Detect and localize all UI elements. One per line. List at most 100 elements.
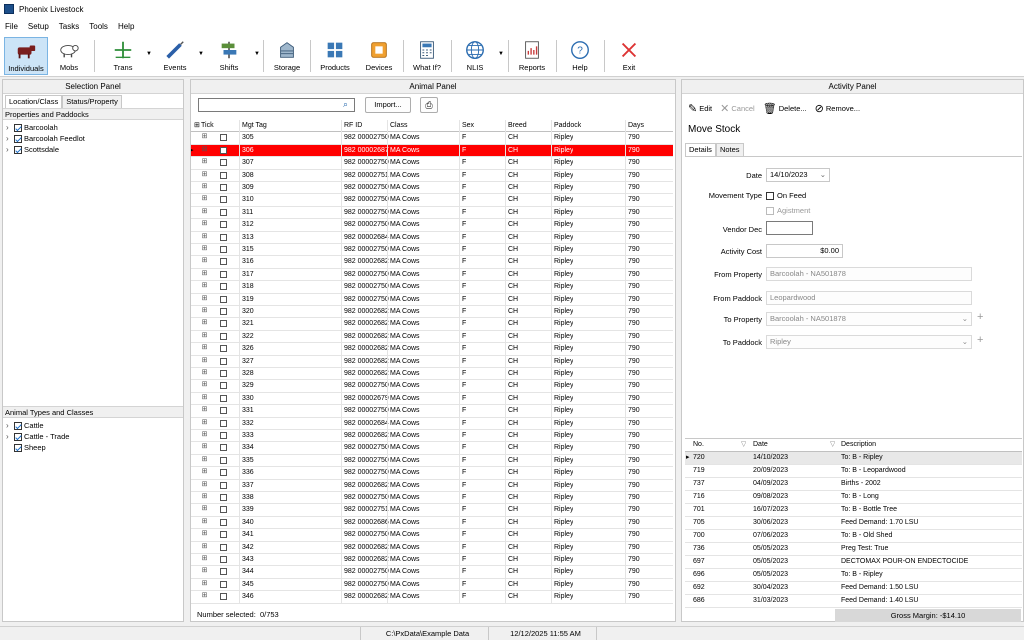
row-expand-icon[interactable]: ⊞ bbox=[201, 592, 208, 600]
expand-chevron-icon[interactable]: › bbox=[6, 134, 14, 143]
property-checkbox[interactable] bbox=[14, 123, 22, 132]
row-expand-icon[interactable]: ⊞ bbox=[201, 319, 208, 327]
tab-status-property[interactable]: Status/Property bbox=[62, 95, 122, 108]
menu-tools[interactable]: Tools bbox=[89, 22, 108, 31]
animal-row[interactable]: ⊞ 333 982 00002682 MA Cows F CH Ripley 790 bbox=[191, 430, 673, 443]
history-row[interactable]: 692 30/04/2023 Feed Demand: 1.50 LSU bbox=[685, 582, 1022, 595]
row-tick-checkbox[interactable] bbox=[220, 456, 227, 464]
row-expand-icon[interactable]: ⊞ bbox=[201, 543, 208, 551]
history-row[interactable]: 737 04/09/2023 Births - 2002 bbox=[685, 478, 1022, 491]
toolbar-whatif-button[interactable]: What If? bbox=[408, 37, 446, 75]
row-tick-checkbox[interactable] bbox=[220, 357, 227, 365]
animal-col-mgt-tag[interactable]: Mgt Tag bbox=[239, 120, 267, 132]
edit-button[interactable]: ✎ Edit bbox=[688, 102, 712, 115]
animal-row[interactable]: ⊞ 335 982 00002750 MA Cows F CH Ripley 790 bbox=[191, 454, 673, 468]
property-checkbox[interactable] bbox=[14, 134, 22, 143]
animal-col-breed[interactable]: Breed bbox=[505, 120, 527, 132]
menu-file[interactable]: File bbox=[5, 22, 18, 31]
row-expand-icon[interactable]: ⊞ bbox=[201, 468, 208, 476]
animal-col-rfid[interactable]: RF ID bbox=[341, 120, 362, 132]
animal-row[interactable]: ⊞ 340 982 00002686 MA Cows F CH Ripley 790 bbox=[191, 516, 673, 530]
animal-row[interactable]: ⊞ 317 982 00002750 MA Cows F CH Ripley 790 bbox=[191, 268, 673, 282]
row-expand-icon[interactable]: ⊞ bbox=[201, 456, 208, 464]
row-expand-icon[interactable]: ⊞ bbox=[201, 233, 208, 241]
animal-row[interactable]: ⊞ 331 982 00002750 MA Cows F CH Ripley 790 bbox=[191, 405, 673, 418]
animal-row[interactable]: ⊞ 338 982 00002750 MA Cows F CH Ripley 790 bbox=[191, 492, 673, 505]
animal-row[interactable]: ⊞ 307 982 00002750 MA Cows F CH Ripley 790 bbox=[191, 157, 673, 170]
row-expand-icon[interactable]: ⊞ bbox=[201, 158, 208, 166]
history-row[interactable]: 705 30/06/2023 Feed Demand: 1.70 LSU bbox=[685, 517, 1022, 530]
row-tick-checkbox[interactable] bbox=[220, 518, 227, 526]
row-expand-icon[interactable]: ⊞ bbox=[201, 307, 208, 315]
row-expand-icon[interactable]: ⊞ bbox=[201, 146, 208, 154]
on-feed-checkbox[interactable]: On Feed bbox=[766, 191, 806, 200]
history-row[interactable]: 697 05/05/2023 DECTOMAX POUR-ON ENDECTOCID… bbox=[685, 556, 1022, 569]
row-expand-icon[interactable]: ⊞ bbox=[201, 493, 208, 501]
tree-node-scottsdale[interactable]: › Scottsdale bbox=[6, 144, 85, 155]
row-expand-icon[interactable]: ⊞ bbox=[201, 357, 208, 365]
row-expand-icon[interactable]: ⊞ bbox=[201, 443, 208, 451]
animal-row[interactable]: ⊞ 328 982 00002682 MA Cows F CH Ripley 790 bbox=[191, 368, 673, 381]
animal-row[interactable]: ⊞ 313 982 00002684 MA Cows F CH Ripley 790 bbox=[191, 231, 673, 244]
row-tick-checkbox[interactable] bbox=[220, 171, 227, 179]
row-tick-checkbox[interactable] bbox=[220, 159, 227, 167]
animal-col-sex[interactable]: Sex bbox=[459, 120, 474, 132]
history-row[interactable]: 701 16/07/2023 To: B - Bottle Tree bbox=[685, 504, 1022, 517]
row-expand-icon[interactable]: ⊞ bbox=[201, 344, 208, 352]
add-paddock-icon[interactable]: + bbox=[977, 334, 983, 346]
row-tick-checkbox[interactable] bbox=[220, 270, 227, 278]
animal-row[interactable]: ⊞ 320 982 00002682 MA Cows F CH Ripley 790 bbox=[191, 306, 673, 319]
events-dropdown-icon[interactable]: ▼ bbox=[198, 51, 204, 57]
nlis-dropdown-icon[interactable]: ▼ bbox=[498, 51, 504, 57]
delete-button[interactable]: 🗑 Delete... bbox=[763, 102, 807, 115]
animal-row[interactable]: ⊞ 315 982 00002750 MA Cows F CH Ripley 790 bbox=[191, 244, 673, 257]
row-tick-checkbox[interactable] bbox=[220, 506, 227, 514]
row-expand-icon[interactable]: ⊞ bbox=[201, 505, 208, 513]
row-expand-icon[interactable]: ⊞ bbox=[201, 518, 208, 526]
animal-col-days[interactable]: Days bbox=[625, 120, 644, 132]
history-row[interactable]: 696 05/05/2023 To: B - Ripley bbox=[685, 569, 1022, 582]
row-tick-checkbox[interactable] bbox=[220, 543, 227, 551]
import-button[interactable]: Import... bbox=[365, 97, 411, 113]
row-tick-checkbox[interactable] bbox=[220, 184, 227, 191]
property-checkbox[interactable] bbox=[14, 145, 22, 154]
tab-location-class[interactable]: Location/Class bbox=[5, 95, 63, 108]
row-expand-icon[interactable]: ⊞ bbox=[201, 295, 208, 303]
row-tick-checkbox[interactable] bbox=[220, 134, 227, 142]
animal-row[interactable]: ⊞ 316 982 00002682 MA Cows F CH Ripley 790 bbox=[191, 256, 673, 269]
tree-node-cattle[interactable]: › Cattle bbox=[6, 420, 69, 431]
row-expand-icon[interactable]: ⊞ bbox=[201, 257, 208, 265]
toolbar-mobs-button[interactable]: Mobs bbox=[50, 37, 88, 75]
animal-row[interactable]: ⊞ 322 982 00002682 MA Cows F CH Ripley 790 bbox=[191, 330, 673, 344]
tree-node-barcoolah[interactable]: › Barcoolah bbox=[6, 122, 85, 133]
row-expand-icon[interactable]: ⊞ bbox=[201, 245, 208, 253]
animal-row[interactable]: ⊞ 309 982 00002750 MA Cows F CH Ripley 790 bbox=[191, 182, 673, 195]
row-tick-checkbox[interactable] bbox=[220, 221, 227, 229]
history-col-no[interactable]: No. bbox=[693, 439, 704, 451]
row-tick-checkbox[interactable] bbox=[220, 556, 227, 563]
type-checkbox[interactable] bbox=[14, 432, 22, 441]
tree-node-sheep[interactable]: Sheep bbox=[6, 442, 69, 453]
animal-col-tick[interactable]: Tick bbox=[199, 120, 214, 132]
date-picker[interactable]: 14/10/2023 ⌄ bbox=[766, 168, 830, 182]
row-expand-icon[interactable]: ⊞ bbox=[201, 406, 208, 414]
animal-row[interactable]: ⊞ 310 982 00002750 MA Cows F CH Ripley 790 bbox=[191, 194, 673, 207]
toolbar-trans-button[interactable]: Trans bbox=[104, 37, 142, 75]
toolbar-reports-button[interactable]: Reports bbox=[513, 37, 551, 75]
animal-row[interactable]: ⊞ 318 982 00002750 MA Cows F CH Ripley 790 bbox=[191, 281, 673, 294]
to-property-select[interactable]: Barcoolah - NA501878 ⌄ bbox=[766, 312, 972, 326]
row-expand-icon[interactable]: ⊞ bbox=[201, 332, 208, 340]
menu-help[interactable]: Help bbox=[118, 22, 134, 31]
remove-button[interactable]: ⊘ Remove... bbox=[815, 102, 860, 115]
filter-icon[interactable]: ▽ bbox=[830, 439, 835, 451]
history-row[interactable]: 700 07/06/2023 To: B - Old Shed bbox=[685, 530, 1022, 543]
row-tick-checkbox[interactable] bbox=[220, 382, 227, 390]
type-checkbox[interactable] bbox=[14, 421, 22, 430]
row-expand-icon[interactable]: ⊞ bbox=[201, 481, 208, 489]
row-tick-checkbox[interactable] bbox=[220, 283, 227, 291]
row-tick-checkbox[interactable] bbox=[220, 295, 227, 303]
tree-node-cattle-trade[interactable]: › Cattle - Trade bbox=[6, 431, 69, 442]
animal-row[interactable]: ⊞ 330 982 00002679 MA Cows F CH Ripley 790 bbox=[191, 392, 673, 406]
toolbar-devices-button[interactable]: Devices bbox=[360, 37, 398, 75]
toolbar-exit-button[interactable]: Exit bbox=[610, 37, 648, 75]
